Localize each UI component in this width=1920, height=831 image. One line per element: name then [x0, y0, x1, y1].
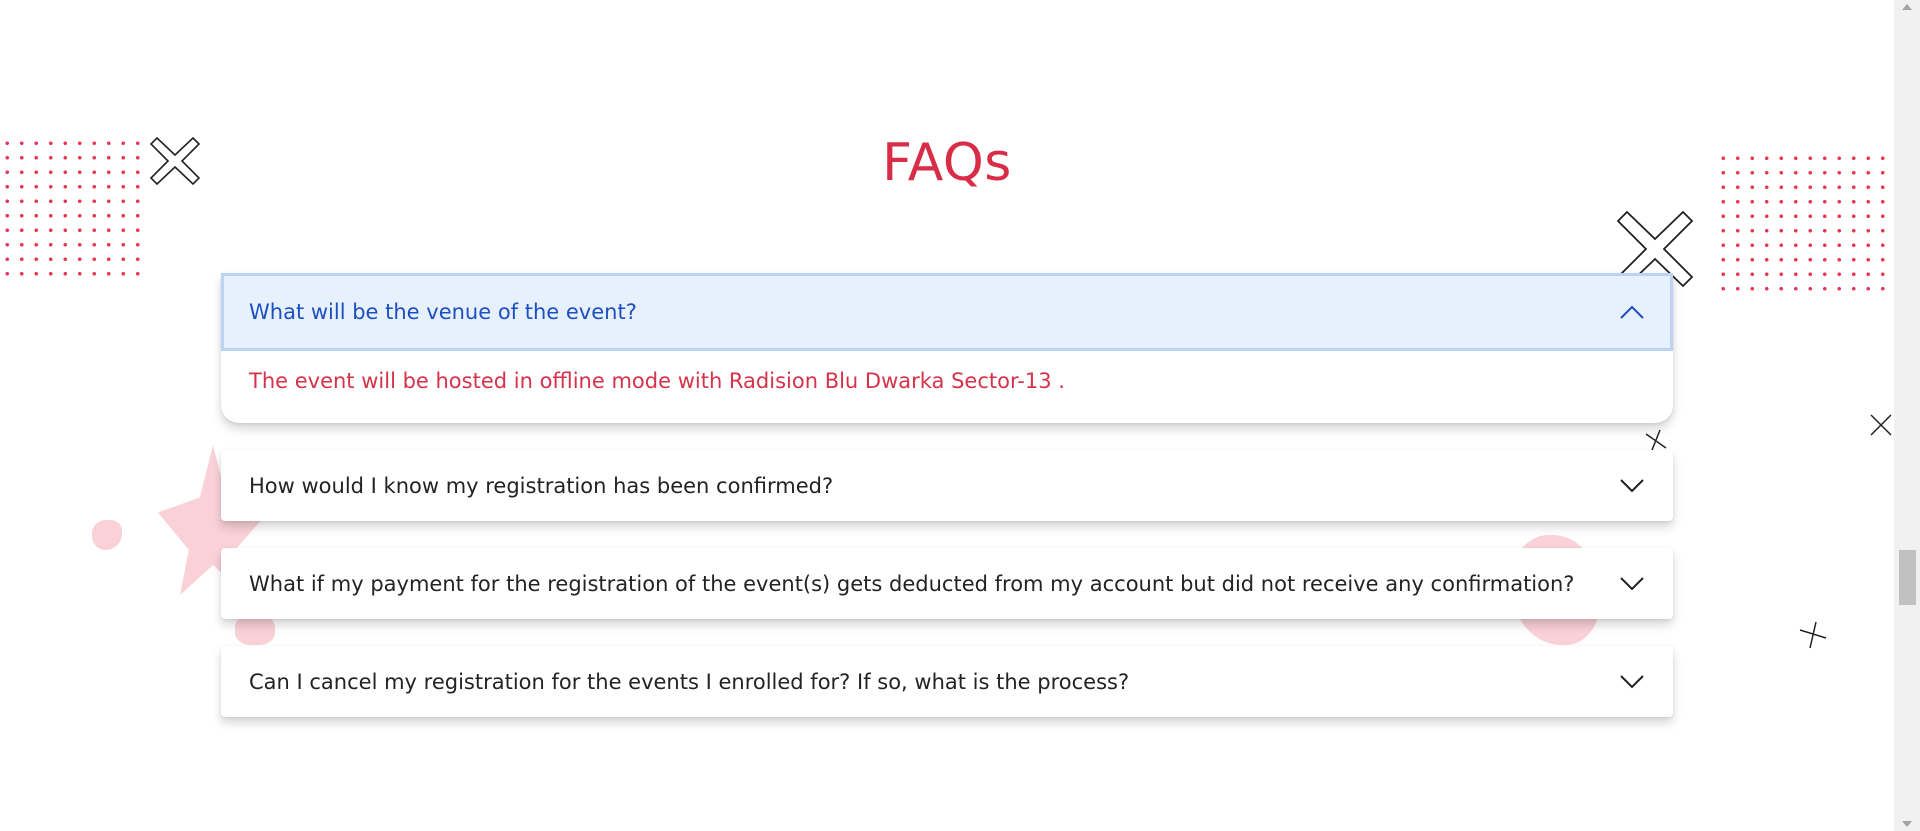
scroll-down-arrow-icon[interactable] [1902, 821, 1912, 827]
faq-page: FAQs What will be the venue of the event… [0, 0, 1920, 831]
faq-question: What will be the venue of the event? [249, 300, 637, 324]
chevron-down-icon [1620, 478, 1644, 492]
faq-item-cancel: Can I cancel my registration for the eve… [221, 646, 1673, 717]
chevron-down-icon [1620, 674, 1644, 688]
faq-item-payment: What if my payment for the registration … [221, 548, 1673, 619]
faq-question: What if my payment for the registration … [249, 571, 1575, 596]
faq-item-venue: What will be the venue of the event? The… [221, 273, 1673, 423]
scrollbar-thumb[interactable] [1899, 550, 1916, 605]
faq-accordion: What will be the venue of the event? The… [221, 273, 1673, 744]
faq-toggle-payment[interactable]: What if my payment for the registration … [221, 548, 1673, 619]
pink-blob-decoration [92, 520, 122, 550]
small-cross-decoration-bottom [1799, 621, 1827, 649]
faq-toggle-confirmation[interactable]: How would I know my registration has bee… [221, 450, 1673, 521]
faq-item-confirmation: How would I know my registration has bee… [221, 450, 1673, 521]
faq-question: How would I know my registration has bee… [249, 473, 834, 498]
faq-answer: The event will be hosted in offline mode… [249, 369, 1065, 393]
small-cross-decoration-right [1870, 414, 1892, 436]
section-title: FAQs [882, 133, 1012, 193]
faq-toggle-venue[interactable]: What will be the venue of the event? [221, 273, 1673, 351]
faq-toggle-cancel[interactable]: Can I cancel my registration for the eve… [221, 646, 1673, 717]
page-scrollbar[interactable] [1894, 0, 1920, 831]
chevron-up-icon [1620, 305, 1644, 319]
faq-question: Can I cancel my registration for the eve… [249, 669, 1130, 694]
chevron-down-icon [1620, 576, 1644, 590]
scroll-up-arrow-icon[interactable] [1902, 4, 1912, 10]
